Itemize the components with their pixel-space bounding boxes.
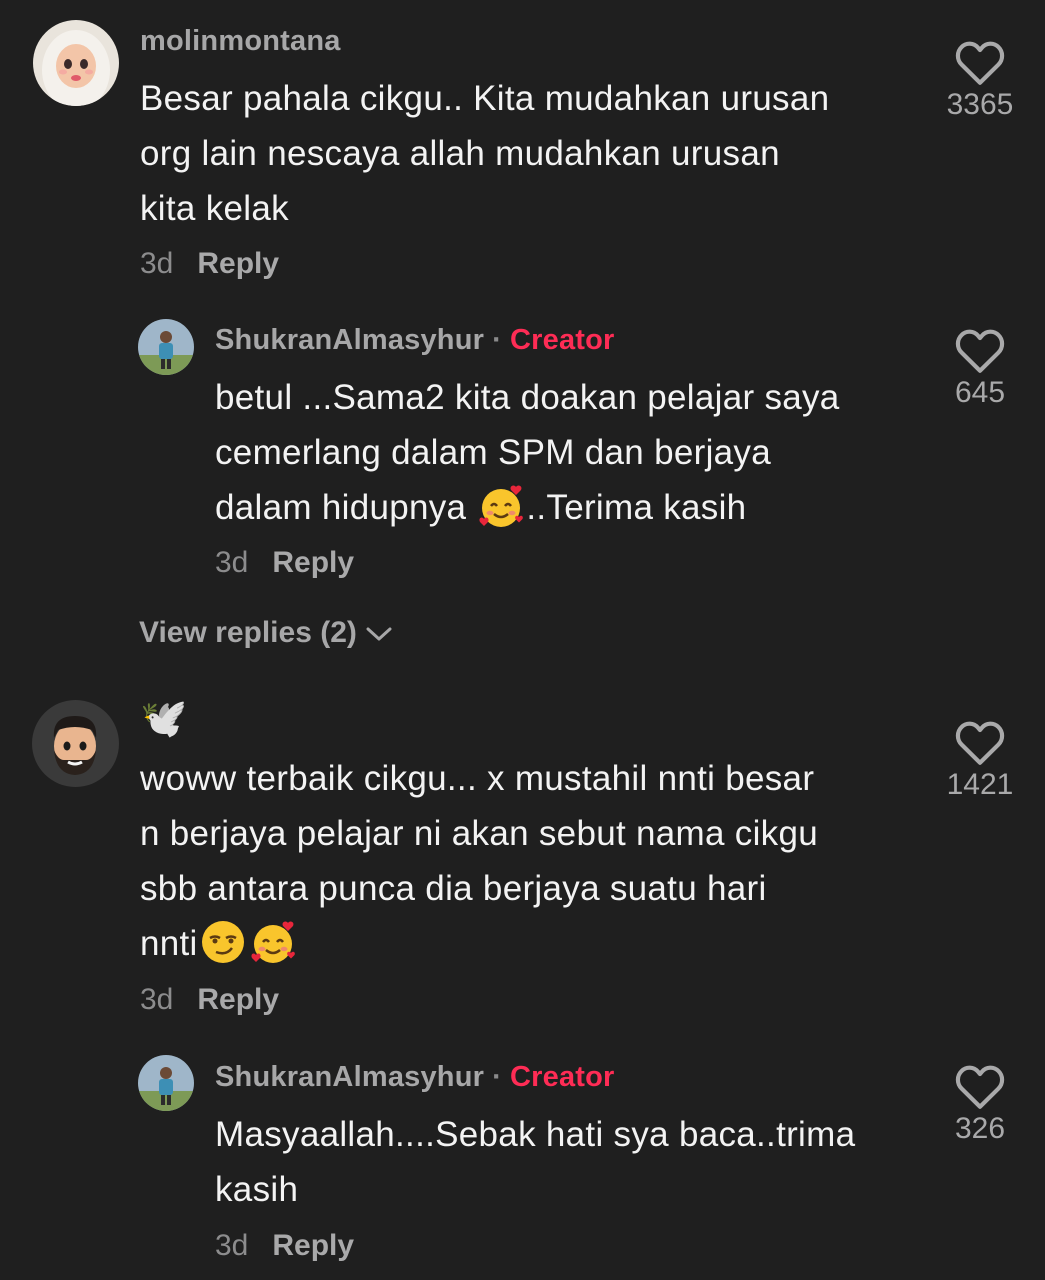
comment-meta: 3d Reply (140, 247, 279, 281)
avatar[interactable] (138, 1055, 194, 1111)
chevron-down-icon (366, 627, 392, 641)
reply-text: Masyaallah....Sebak hati sya baca..trima… (215, 1115, 856, 1209)
bearded-man-avatar-icon (32, 700, 119, 787)
reply-time: 3d (215, 546, 249, 579)
like-button[interactable]: 1421 (930, 720, 1030, 802)
hijab-woman-avatar-icon (33, 20, 119, 106)
reply-text: betul ...Sama2 kita doakan pelajar saya … (215, 370, 935, 535)
smirking-face-icon (198, 917, 248, 967)
like-button[interactable]: 645 (930, 328, 1030, 410)
reply-time: 3d (215, 1229, 249, 1262)
username-label: ShukranAlmasyhur (215, 1061, 485, 1093)
dove-icon: 🕊️ (140, 698, 188, 740)
like-count: 326 (954, 1112, 1006, 1145)
heart-icon (955, 721, 1005, 765)
creator-avatar-icon (138, 319, 194, 375)
view-replies-button[interactable]: View replies (2) (139, 616, 393, 650)
creator-avatar-icon (138, 1055, 194, 1111)
like-count: 645 (954, 376, 1006, 409)
view-replies-label: View replies (2) (139, 616, 357, 649)
like-count: 1421 (946, 768, 1014, 801)
comment-time: 3d (140, 247, 174, 280)
creator-badge: Creator (509, 1061, 615, 1093)
comment-meta: 3d Reply (140, 983, 279, 1017)
reply-button[interactable]: Reply (197, 247, 279, 280)
creator-badge: Creator (509, 324, 615, 356)
like-button[interactable]: 3365 (930, 40, 1030, 122)
username-label: molinmontana (140, 25, 341, 57)
avatar[interactable] (32, 700, 119, 787)
separator-dot: · (492, 324, 502, 356)
comment-username[interactable]: 🕊️ (140, 697, 188, 741)
smiling-face-with-hearts-icon (248, 917, 298, 967)
reply-button[interactable]: Reply (197, 983, 279, 1016)
heart-icon (955, 1065, 1005, 1109)
smiling-face-with-hearts-icon (476, 481, 526, 531)
comment-text: woww terbaik cikgu... x mustahil nnti be… (140, 751, 920, 971)
username-label: ShukranAlmasyhur (215, 324, 485, 356)
reply-meta: 3d Reply (215, 546, 354, 580)
avatar[interactable] (138, 319, 194, 375)
avatar[interactable] (33, 20, 119, 106)
comment-time: 3d (140, 983, 174, 1016)
reply-meta: 3d Reply (215, 1229, 354, 1263)
reply-username[interactable]: ShukranAlmasyhur · Creator (215, 1061, 615, 1094)
like-count: 3365 (946, 88, 1014, 121)
heart-icon (955, 329, 1005, 373)
reply-button[interactable]: Reply (272, 546, 354, 579)
heart-icon (955, 41, 1005, 85)
separator-dot: · (492, 1061, 502, 1093)
reply-text-part: ..Terima kasih (526, 488, 747, 527)
reply-username[interactable]: ShukranAlmasyhur · Creator (215, 324, 615, 357)
reply-button[interactable]: Reply (272, 1229, 354, 1262)
like-button[interactable]: 326 (930, 1064, 1030, 1146)
comment-username[interactable]: molinmontana (140, 25, 341, 58)
comment-text: Besar pahala cikgu.. Kita mudahkan urusa… (140, 79, 830, 228)
